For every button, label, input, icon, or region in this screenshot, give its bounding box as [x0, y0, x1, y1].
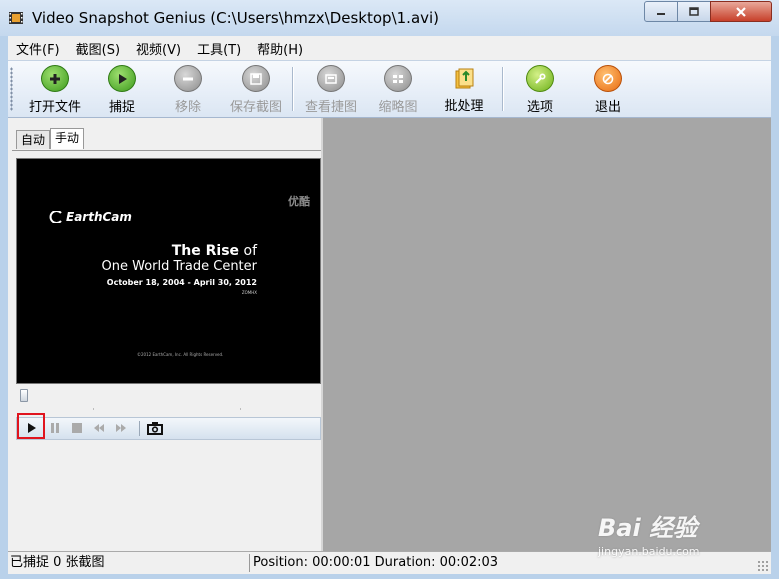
video-watermark: 优酷	[288, 195, 310, 208]
tab-manual[interactable]: 手动	[50, 128, 85, 149]
thumbnails-icon	[384, 65, 412, 92]
video-dates: October 18, 2004 - April 30, 2012	[106, 278, 257, 287]
minus-icon	[174, 65, 202, 92]
exit-icon	[594, 65, 622, 92]
video-logo: EarthCam	[49, 210, 132, 224]
close-icon	[736, 6, 746, 17]
play-circle-icon	[108, 65, 136, 92]
view-icon	[317, 65, 345, 92]
pause-icon	[51, 423, 59, 433]
fast-forward-button[interactable]	[113, 420, 129, 436]
resize-grip[interactable]	[757, 560, 769, 572]
video-preview[interactable]: 优酷 EarthCam The Rise of One World Trade …	[16, 158, 321, 384]
video-small-text: ZOMHX	[241, 290, 257, 295]
stop-icon	[72, 423, 82, 433]
earthcam-logo-icon	[49, 211, 62, 223]
maximize-icon	[689, 6, 699, 16]
exit-button[interactable]: 退出	[580, 65, 636, 115]
mode-tabs: 自动 手动	[16, 128, 85, 150]
floppy-icon	[242, 65, 270, 92]
seek-bar[interactable]	[16, 388, 319, 414]
status-time: Position: 00:00:01 Duration: 00:02:03	[253, 555, 499, 570]
wrench-icon	[526, 65, 554, 92]
thumbnails-button[interactable]: 缩略图	[370, 65, 426, 115]
pause-button[interactable]	[47, 420, 63, 436]
camera-icon	[147, 422, 163, 435]
plus-icon	[41, 65, 69, 92]
batch-icon	[451, 65, 477, 91]
capture-button[interactable]: 捕捉	[94, 65, 150, 115]
snapshot-area[interactable]	[323, 118, 771, 551]
fast-forward-icon	[116, 424, 126, 432]
window-title: Video Snapshot Genius (C:\Users\hmzx\Des…	[32, 9, 440, 27]
status-captured: 已捕捉 0 张截图	[10, 555, 105, 570]
menu-tools[interactable]: 工具(T)	[189, 39, 249, 58]
menu-video[interactable]: 视频(V)	[128, 39, 189, 58]
toolbar-separator	[292, 67, 294, 111]
maximize-button[interactable]	[677, 1, 711, 22]
minimize-button[interactable]	[644, 1, 678, 22]
watermark-url: jingyan.baidu.com	[598, 545, 700, 558]
batch-button[interactable]: 批处理	[436, 65, 492, 115]
video-title: The Rise of	[171, 243, 257, 259]
tab-auto[interactable]: 自动	[16, 130, 51, 149]
view-snapshot-button[interactable]: 查看捷图	[298, 65, 364, 115]
seek-thumb[interactable]	[20, 389, 28, 402]
play-button-highlight	[17, 413, 45, 439]
rewind-button[interactable]	[91, 420, 107, 436]
menu-bar: 文件(F) 截图(S) 视频(V) 工具(T) 帮助(H)	[8, 36, 771, 60]
save-snapshot-button[interactable]: 保存截图	[222, 65, 290, 115]
seek-ticks	[93, 408, 241, 410]
video-subtitle: One World Trade Center	[101, 259, 257, 274]
options-button[interactable]: 选项	[512, 65, 568, 115]
watermark-main: Bai 经验	[598, 514, 698, 542]
toolbar-separator	[502, 67, 504, 111]
toolbar: 打开文件 捕捉 移除 保存截图 查看捷图 缩略图 批处理 选项 退出	[8, 60, 771, 118]
film-icon	[9, 12, 23, 24]
minimize-icon	[657, 12, 665, 15]
playback-controls	[16, 417, 321, 440]
remove-button[interactable]: 移除	[160, 65, 216, 115]
title-bar[interactable]: Video Snapshot Genius (C:\Users\hmzx\Des…	[0, 0, 779, 36]
stop-button[interactable]	[69, 420, 85, 436]
baidu-watermark: Bai 经验 jingyan.baidu.com	[598, 508, 700, 558]
rewind-icon	[94, 424, 104, 432]
app-window: Video Snapshot Genius (C:\Users\hmzx\Des…	[0, 0, 779, 579]
status-separator	[249, 554, 250, 572]
controls-separator	[139, 421, 140, 436]
menu-snapshot[interactable]: 截图(S)	[68, 39, 128, 58]
open-file-button[interactable]: 打开文件	[22, 65, 88, 115]
left-pane: 自动 手动 优酷 EarthCam The Rise of One World …	[8, 118, 322, 552]
snapshot-button[interactable]	[147, 420, 163, 436]
video-copyright: ©2012 EarthCam, Inc. All Rights Reserved…	[137, 352, 224, 357]
menu-file[interactable]: 文件(F)	[8, 39, 68, 58]
menu-help[interactable]: 帮助(H)	[249, 39, 311, 58]
toolbar-grip[interactable]	[10, 67, 13, 111]
close-button[interactable]	[710, 1, 772, 22]
